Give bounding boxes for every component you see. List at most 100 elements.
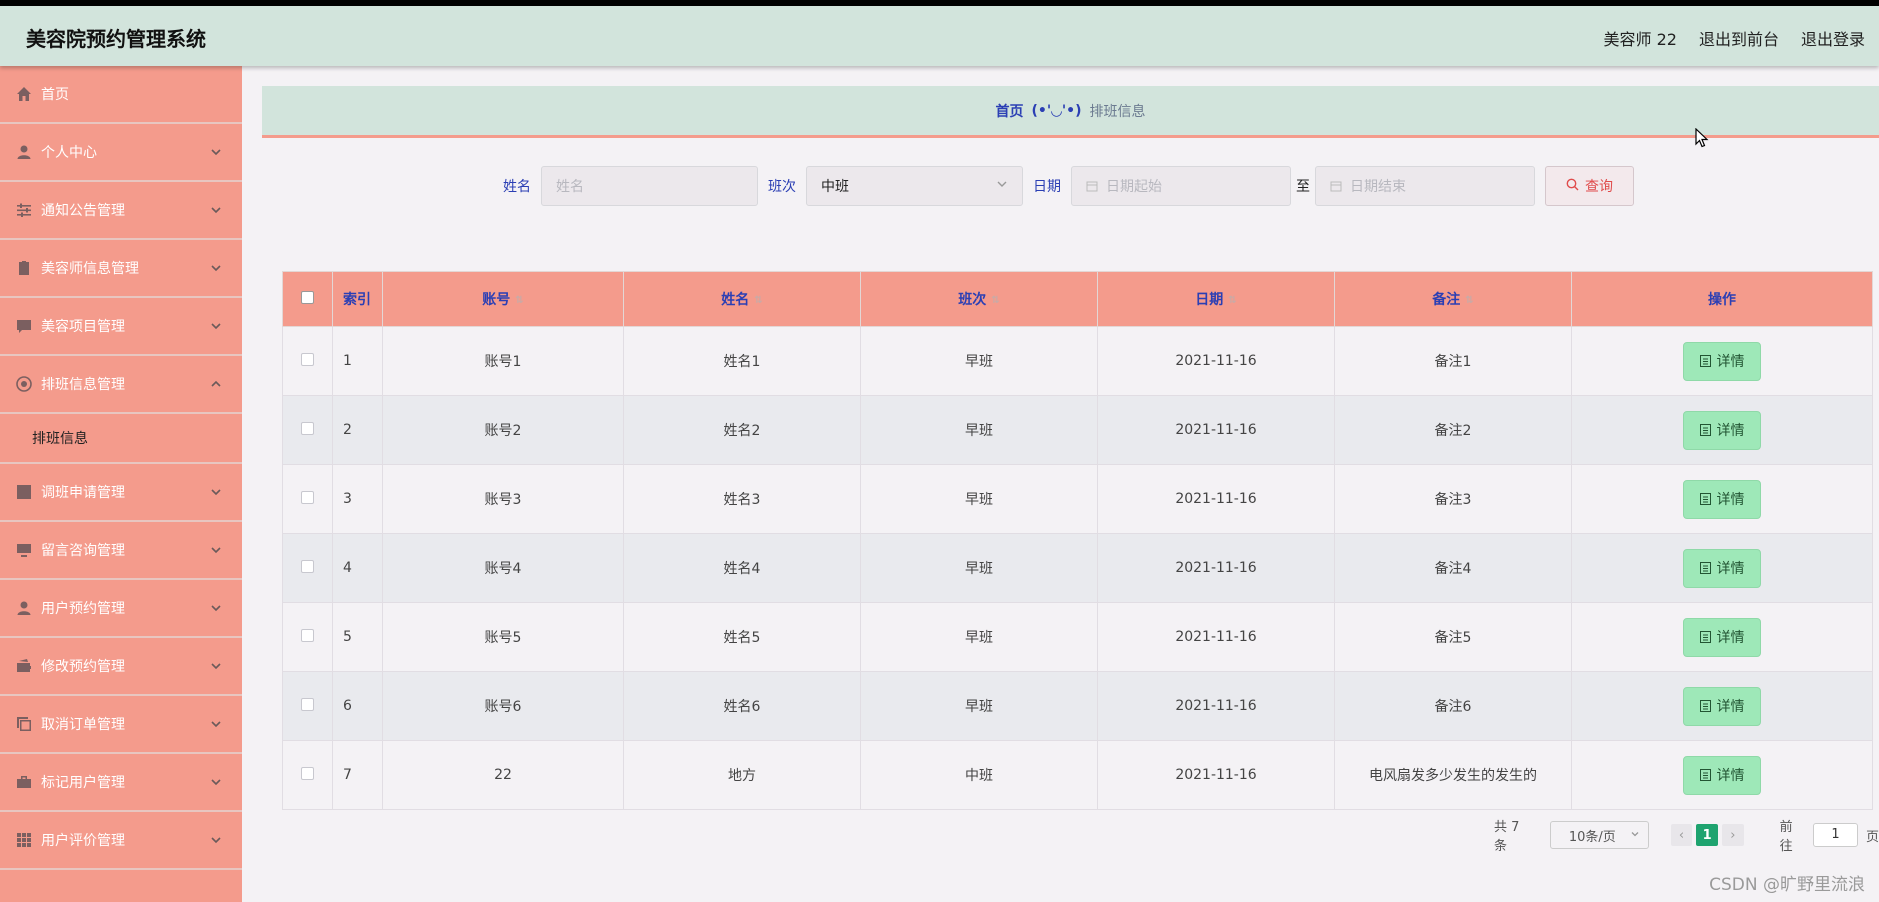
goto-page-input[interactable]: 1 [1813, 823, 1858, 847]
row-checkbox[interactable] [301, 490, 314, 504]
sort-icon[interactable]: ⇅ [991, 295, 999, 306]
date-start-placeholder: 日期起始 [1106, 179, 1162, 195]
row-checkbox[interactable] [301, 766, 314, 780]
document-icon [1699, 631, 1711, 643]
cell-note: 备注4 [1334, 533, 1572, 603]
sort-icon[interactable]: ⇅ [754, 295, 762, 306]
sidebar-item-user-booking[interactable]: 用户预约管理 [0, 580, 242, 638]
header-account[interactable]: 账号 ⇅ [382, 271, 624, 327]
sort-icon[interactable]: ⇅ [515, 295, 523, 306]
detail-button-label: 详情 [1716, 699, 1745, 715]
date-start-input[interactable]: 日期起始 [1071, 166, 1291, 206]
shift-select[interactable]: 中班 [806, 166, 1023, 206]
cell-shift: 早班 [860, 602, 1098, 672]
select-all-checkbox[interactable] [301, 290, 314, 304]
cell-account: 账号6 [382, 671, 624, 741]
prev-page-button[interactable]: ‹ [1670, 824, 1693, 846]
cell-account: 账号2 [382, 395, 624, 465]
sidebar-item-messages[interactable]: 留言咨询管理 [0, 522, 242, 580]
current-user[interactable]: 美容师 22 [1604, 26, 1677, 50]
cell-date: 2021-11-16 [1097, 326, 1335, 396]
sidebar-item-label: 用户评价管理 [41, 833, 125, 849]
detail-button[interactable]: 详情 [1683, 341, 1761, 381]
row-select-cell [282, 533, 333, 603]
cell-account: 账号5 [382, 602, 624, 672]
sidebar-item-profile[interactable]: 个人中心 [0, 124, 242, 182]
sidebar-item-home[interactable]: 首页 [0, 66, 242, 124]
detail-button[interactable]: 详情 [1683, 755, 1761, 795]
header-name-label: 姓名 [721, 292, 750, 308]
detail-button-label: 详情 [1716, 423, 1745, 439]
cell-account: 账号1 [382, 326, 624, 396]
sidebar-item-beautician-info[interactable]: 美容师信息管理 [0, 240, 242, 298]
header-date[interactable]: 日期 ⇅ [1097, 271, 1335, 327]
sidebar-item-label: 留言咨询管理 [41, 543, 125, 559]
header-note[interactable]: 备注 ⇅ [1334, 271, 1572, 327]
sidebar-item-schedule[interactable]: 排班信息管理 [0, 356, 242, 414]
sidebar-item-beauty-projects[interactable]: 美容项目管理 [0, 298, 242, 356]
cell-name: 姓名3 [623, 464, 861, 534]
cell-index: 2 [332, 395, 383, 465]
next-page-button[interactable]: › [1721, 824, 1744, 846]
cell-note: 电风扇发多少发生的发生的 [1334, 740, 1572, 810]
header-name[interactable]: 姓名 ⇅ [623, 271, 861, 327]
date-end-input[interactable]: 日期结束 [1315, 166, 1535, 206]
sidebar-item-label: 标记用户管理 [41, 775, 125, 791]
globe-icon [16, 376, 32, 392]
mouse-cursor-icon [1695, 127, 1709, 152]
sidebar-item-modify-booking[interactable]: 修改预约管理 [0, 638, 242, 696]
detail-button[interactable]: 详情 [1683, 617, 1761, 657]
row-checkbox[interactable] [301, 559, 314, 573]
calendar-icon [1330, 180, 1342, 192]
cell-note: 备注2 [1334, 395, 1572, 465]
breadcrumb-current: 排班信息 [1089, 103, 1146, 120]
detail-button[interactable]: 详情 [1683, 548, 1761, 588]
cell-index: 4 [332, 533, 383, 603]
sidebar-item-shift-change[interactable]: 调班申请管理 [0, 464, 242, 522]
breadcrumb-home[interactable]: 首页 [995, 101, 1023, 121]
sidebar-item-label: 美容师信息管理 [41, 261, 139, 277]
sidebar-item-user-review[interactable]: 用户评价管理 [0, 812, 242, 870]
row-checkbox[interactable] [301, 697, 314, 711]
detail-button-label: 详情 [1716, 561, 1745, 577]
detail-button-label: 详情 [1716, 630, 1745, 646]
header-shift[interactable]: 班次 ⇅ [860, 271, 1098, 327]
detail-button[interactable]: 详情 [1683, 686, 1761, 726]
cell-shift: 早班 [860, 395, 1098, 465]
row-checkbox[interactable] [301, 352, 314, 366]
sidebar-item-cancel-order[interactable]: 取消订单管理 [0, 696, 242, 754]
row-checkbox[interactable] [301, 628, 314, 642]
table-row: 4 账号4 姓名4 早班 2021-11-16 备注4 详情 [282, 533, 1873, 603]
cell-name: 姓名5 [623, 602, 861, 672]
sort-icon[interactable]: ⇅ [1465, 295, 1473, 306]
exit-to-front-link[interactable]: 退出到前台 [1699, 26, 1779, 50]
row-checkbox[interactable] [301, 421, 314, 435]
header-date-label: 日期 [1195, 292, 1224, 308]
sidebar-item-tag-user[interactable]: 标记用户管理 [0, 754, 242, 812]
sort-icon[interactable]: ⇅ [1228, 295, 1236, 306]
app-title: 美容院预约管理系统 [26, 27, 206, 51]
cell-action: 详情 [1571, 533, 1873, 603]
detail-button[interactable]: 详情 [1683, 479, 1761, 519]
header: 美容院预约管理系统 美容师 22 退出到前台 退出登录 [0, 6, 1879, 66]
page-size-select[interactable]: 10条/页 [1549, 821, 1649, 849]
cell-action: 详情 [1571, 464, 1873, 534]
cell-index: 3 [332, 464, 383, 534]
chevron-down-icon [210, 602, 222, 614]
name-label: 姓名 [503, 179, 531, 195]
table-row: 2 账号2 姓名2 早班 2021-11-16 备注2 详情 [282, 395, 1873, 465]
page-number-active[interactable]: 1 [1696, 824, 1718, 846]
cell-account: 账号4 [382, 533, 624, 603]
name-input[interactable]: 姓名 [541, 166, 758, 206]
cell-shift: 中班 [860, 740, 1098, 810]
logout-link[interactable]: 退出登录 [1801, 26, 1865, 50]
briefcase-icon [16, 774, 32, 790]
document-icon [1699, 424, 1711, 436]
sidebar-item-notices[interactable]: 通知公告管理 [0, 182, 242, 240]
sidebar-item-label: 取消订单管理 [41, 717, 125, 733]
query-button[interactable]: 查询 [1545, 166, 1634, 206]
detail-button[interactable]: 详情 [1683, 410, 1761, 450]
sidebar-item-label: 美容项目管理 [41, 319, 125, 335]
sidebar-item-label: 调班申请管理 [41, 485, 125, 501]
sidebar-subitem-schedule-info[interactable]: 排班信息 [0, 414, 242, 464]
